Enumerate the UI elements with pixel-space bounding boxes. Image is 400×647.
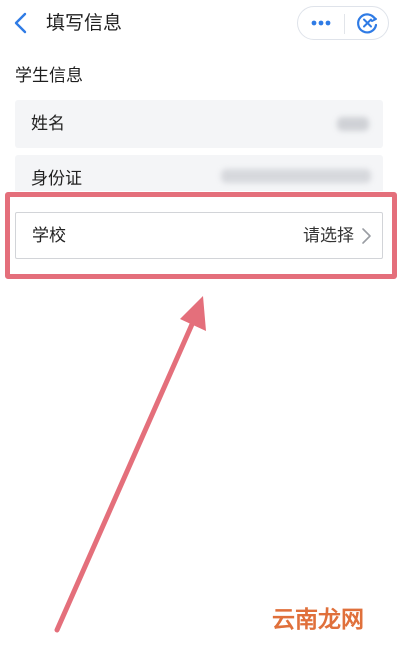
annotation-arrow (54, 296, 206, 633)
form-page: 填写信息 学生信息 姓名 身份证 学校 请选择 云南龙网 (0, 0, 400, 647)
mini-program-capsule (297, 6, 389, 40)
id-card-field[interactable]: 身份证 (15, 155, 383, 191)
close-button[interactable] (345, 7, 389, 39)
school-label: 学校 (32, 226, 66, 246)
back-button[interactable] (10, 10, 34, 36)
more-button[interactable] (298, 7, 344, 39)
school-select-field[interactable]: 学校 请选择 (15, 212, 383, 259)
section-title: 学生信息 (15, 66, 83, 86)
name-label: 姓名 (31, 114, 65, 134)
page-title: 填写信息 (46, 12, 123, 34)
school-placeholder: 请选择 (303, 226, 354, 246)
close-circle-icon (357, 13, 378, 34)
chevron-right-icon (362, 228, 371, 244)
id-card-value-blurred (221, 169, 371, 183)
watermark-logo: 云南龙网 (272, 606, 364, 633)
nav-header: 填写信息 (0, 0, 400, 48)
name-field[interactable]: 姓名 (15, 100, 383, 148)
id-card-label: 身份证 (31, 169, 82, 189)
chevron-left-icon (14, 12, 27, 34)
more-dots-icon (311, 20, 331, 26)
name-value-blurred (337, 117, 369, 131)
